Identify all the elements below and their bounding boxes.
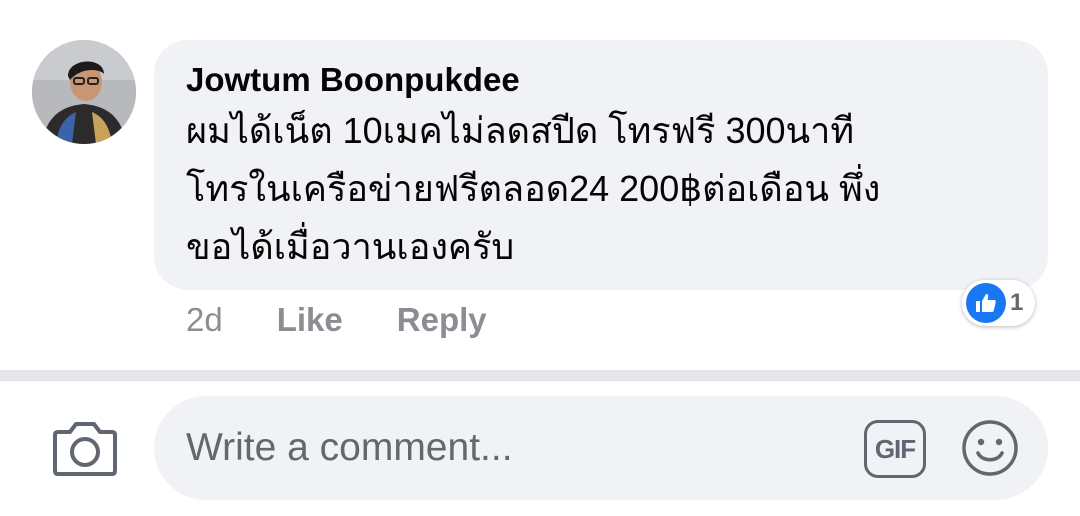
comment-input[interactable]: Write a comment... — [186, 422, 513, 474]
avatar[interactable] — [32, 40, 136, 144]
camera-icon[interactable] — [52, 416, 118, 478]
comment-text-line: โทรในเครือข่ายฟรีตลอด24 200฿ต่อเดือน พึ่… — [186, 168, 881, 209]
section-divider — [0, 370, 1080, 381]
comment-bubble[interactable]: Jowtum Boonpukdee ผมได้เน็ต 10เมคไม่ลดสป… — [154, 40, 1048, 290]
comment-text-line: ขอได้เมื่อวานเองครับ — [186, 226, 515, 267]
like-icon — [966, 283, 1006, 323]
reply-button[interactable]: Reply — [397, 301, 487, 339]
like-button[interactable]: Like — [277, 301, 343, 339]
gif-button[interactable]: GIF — [864, 420, 926, 478]
reaction-summary[interactable]: 1 — [962, 280, 1036, 326]
comment-text-line: ผมได้เน็ต 10เมคไม่ลดสปีด โทรฟรี 300นาที — [186, 110, 855, 151]
reaction-count: 1 — [1010, 289, 1024, 316]
comment-age[interactable]: 2d — [186, 301, 223, 339]
avatar-photo — [32, 40, 136, 144]
comment-author[interactable]: Jowtum Boonpukdee — [186, 58, 1016, 102]
comment-actions: 2d Like Reply — [186, 296, 541, 344]
emoji-icon[interactable] — [960, 418, 1020, 478]
comment-composer[interactable]: Write a comment... GIF — [154, 396, 1048, 500]
